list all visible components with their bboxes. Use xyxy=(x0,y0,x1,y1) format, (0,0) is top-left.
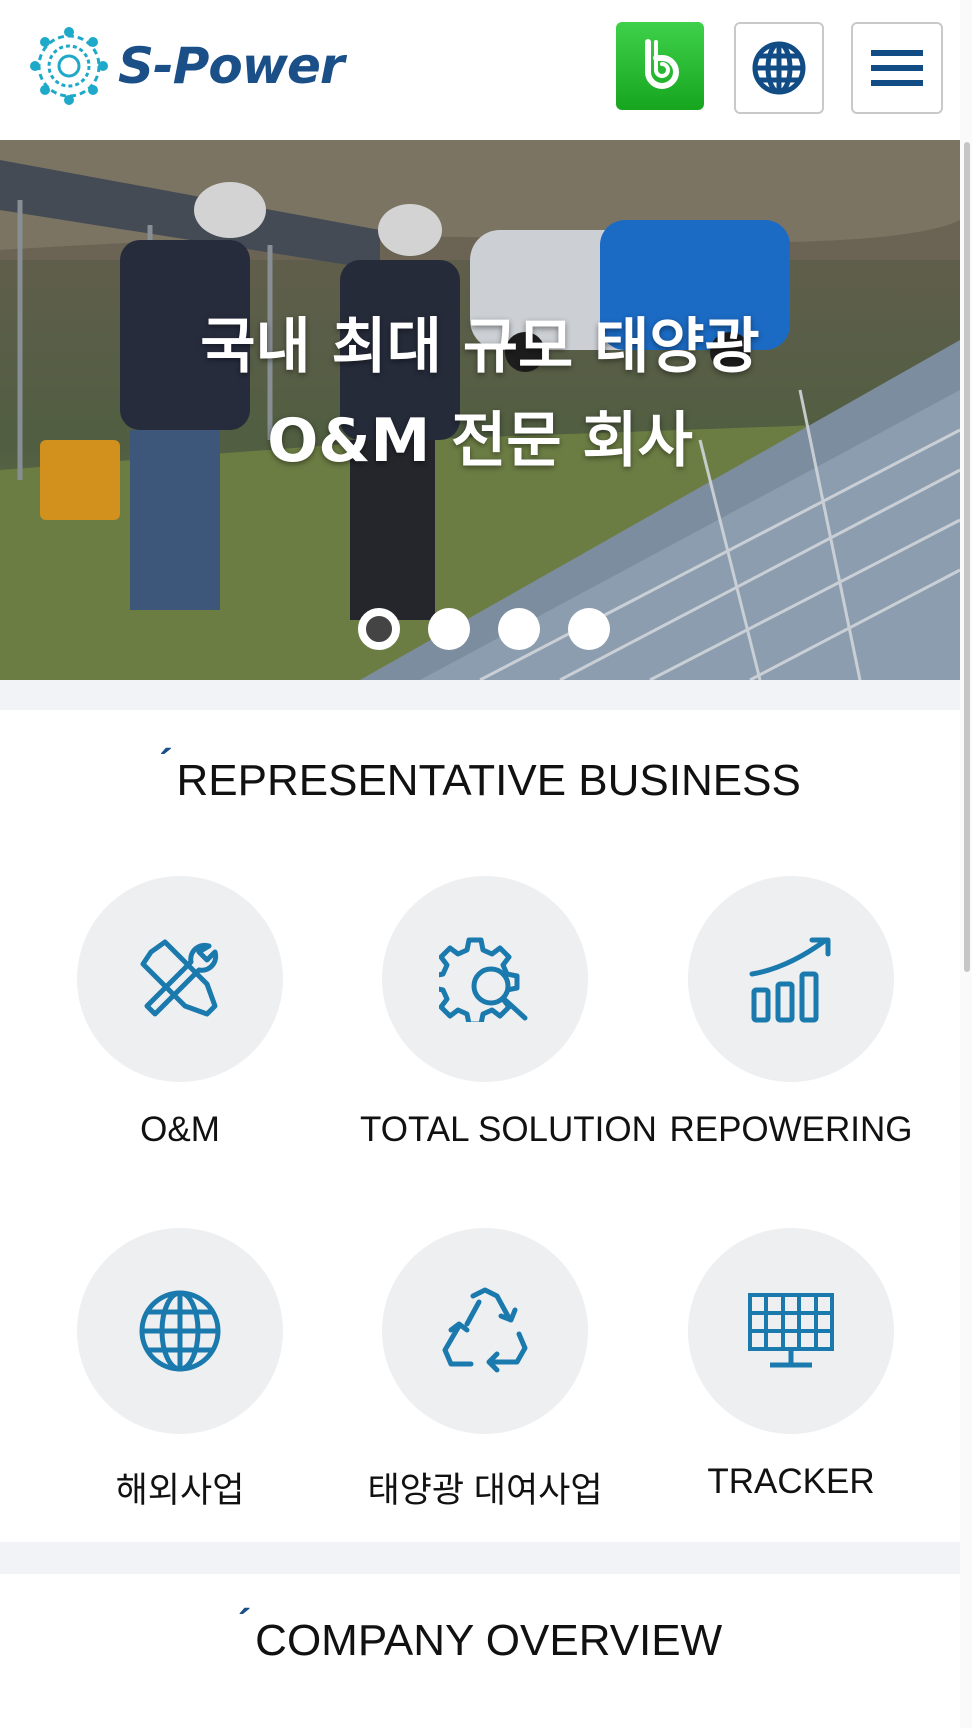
scrollbar-thumb[interactable] xyxy=(964,142,970,972)
menu-button[interactable] xyxy=(851,22,943,114)
slider-dot-2[interactable] xyxy=(428,608,470,650)
business-icon-circle xyxy=(382,876,588,1082)
slider-dot-4[interactable] xyxy=(568,608,610,650)
title-accent-mark: ´ xyxy=(237,1602,252,1646)
solar-panel-icon xyxy=(748,1293,834,1368)
business-item-overseas[interactable]: 해외사업 xyxy=(55,1228,305,1513)
slider-dot-1[interactable] xyxy=(358,608,400,650)
slider-dot-3[interactable] xyxy=(498,608,540,650)
hero-title-line2: O&M 전문 회사 xyxy=(267,406,693,476)
overview-title-text: COMPANY OVERVIEW xyxy=(255,1616,723,1665)
business-icon-circle xyxy=(77,1228,283,1434)
business-item-repowering[interactable]: REPOWERING xyxy=(666,876,916,1150)
business-icon-circle xyxy=(77,876,283,1082)
page-scrollbar[interactable] xyxy=(960,0,972,1728)
title-accent-mark: ´ xyxy=(159,742,173,786)
business-item-solar-rental[interactable]: 태양광 대여사업 xyxy=(360,1228,610,1513)
hero-title-line1: 국내 최대 규모 태양광 xyxy=(200,312,760,382)
business-item-label: TOTAL SOLUTION xyxy=(360,1110,657,1149)
business-item-label: TRACKER xyxy=(707,1462,875,1501)
hero-title: 국내 최대 규모 태양광 O&M 전문 회사 xyxy=(0,300,960,488)
language-button[interactable] xyxy=(734,22,824,114)
globe-icon xyxy=(139,1290,221,1372)
slider-pagination xyxy=(358,608,610,650)
business-icon-circle xyxy=(688,1228,894,1434)
section-divider xyxy=(0,1542,960,1574)
business-title-text: REPRESENTATIVE BUSINESS xyxy=(176,756,801,805)
business-item-tracker[interactable]: TRACKER xyxy=(666,1228,916,1502)
wrench-screwdriver-icon xyxy=(140,939,219,1017)
business-item-label: 태양광 대여사업 xyxy=(367,1471,603,1510)
section-divider xyxy=(0,680,960,710)
business-item-label: 해외사업 xyxy=(115,1471,245,1510)
business-item-om[interactable]: O&M xyxy=(55,876,305,1150)
business-icon-circle xyxy=(688,876,894,1082)
globe-icon xyxy=(752,41,806,95)
blog-b-icon xyxy=(645,39,679,89)
logo-text: S-Power xyxy=(118,37,345,95)
business-item-label: REPOWERING xyxy=(669,1110,913,1149)
site-header: S-Power xyxy=(0,0,960,140)
hero-slider[interactable]: 국내 최대 규모 태양광 O&M 전문 회사 xyxy=(0,140,960,680)
business-section-title: ´REPRESENTATIVE BUSINESS xyxy=(0,742,960,806)
hamburger-menu-icon xyxy=(871,41,923,95)
business-item-label: O&M xyxy=(140,1110,220,1149)
business-item-total-solution[interactable]: TOTAL SOLUTION xyxy=(360,876,657,1150)
recycle-icon xyxy=(442,1287,528,1373)
gear-magnifier-icon xyxy=(439,937,528,1022)
logo[interactable]: S-Power xyxy=(28,26,345,106)
blog-button[interactable] xyxy=(616,22,704,110)
logo-flower-icon xyxy=(30,27,108,105)
business-icon-circle xyxy=(382,1228,588,1434)
overview-section-title: ´COMPANY OVERVIEW xyxy=(0,1602,960,1666)
growth-chart-icon xyxy=(749,937,831,1023)
